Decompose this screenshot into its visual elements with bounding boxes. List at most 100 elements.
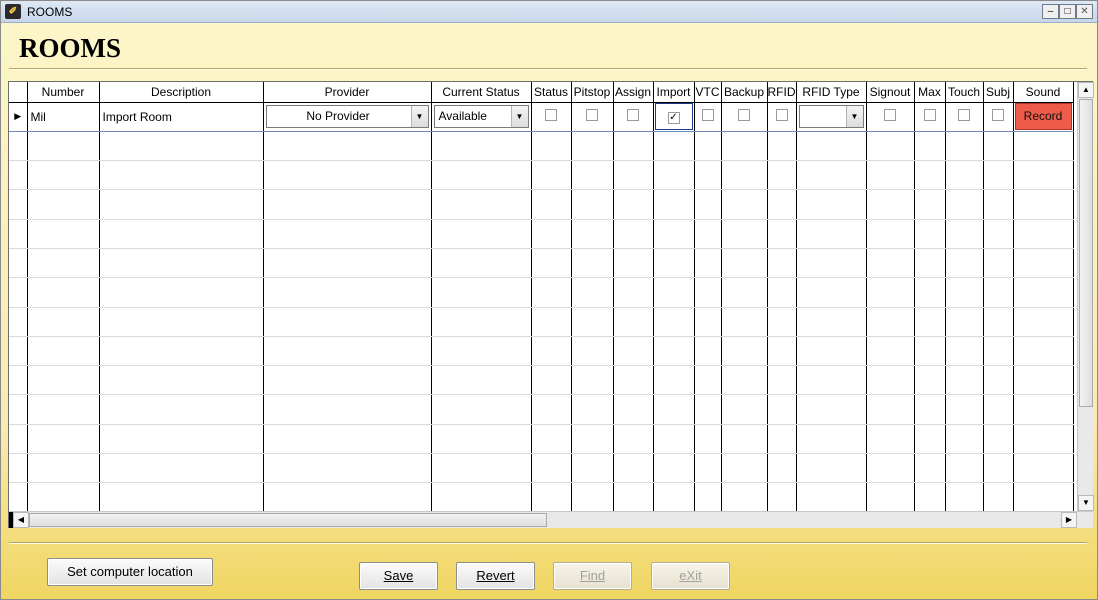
- empty-cell[interactable]: [721, 453, 768, 484]
- empty-cell[interactable]: [431, 365, 532, 396]
- empty-cell[interactable]: [767, 453, 797, 484]
- empty-cell[interactable]: [99, 453, 264, 484]
- empty-cell[interactable]: [653, 248, 695, 279]
- header-import[interactable]: Import: [653, 82, 695, 103]
- empty-cell[interactable]: [866, 482, 915, 513]
- exit-button[interactable]: eXit: [651, 562, 730, 590]
- empty-cell[interactable]: [914, 482, 946, 513]
- empty-cell[interactable]: [571, 160, 614, 191]
- empty-cell[interactable]: [9, 365, 28, 396]
- empty-cell[interactable]: [263, 248, 432, 279]
- empty-cell[interactable]: [263, 277, 432, 308]
- record-button[interactable]: Record: [1014, 103, 1072, 131]
- empty-cell[interactable]: [694, 248, 722, 279]
- empty-cell[interactable]: [9, 394, 28, 425]
- empty-cell[interactable]: [1013, 453, 1074, 484]
- empty-cell[interactable]: [653, 219, 695, 249]
- rfid-checkbox[interactable]: [775, 109, 788, 122]
- empty-cell[interactable]: [27, 248, 100, 279]
- empty-cell[interactable]: [431, 453, 532, 484]
- row-selector-icon[interactable]: ▶: [9, 101, 28, 132]
- empty-cell[interactable]: [431, 482, 532, 513]
- empty-cell[interactable]: [531, 131, 572, 162]
- empty-cell[interactable]: [263, 453, 432, 484]
- empty-cell[interactable]: [531, 160, 572, 191]
- empty-cell[interactable]: [1013, 131, 1074, 162]
- empty-cell[interactable]: [721, 131, 768, 162]
- scroll-down-icon[interactable]: ▼: [1078, 495, 1094, 511]
- empty-cell[interactable]: [263, 394, 432, 425]
- empty-cell[interactable]: [571, 219, 614, 249]
- empty-cell[interactable]: [653, 160, 695, 191]
- empty-cell[interactable]: [99, 248, 264, 279]
- empty-cell[interactable]: [767, 365, 797, 396]
- empty-cell[interactable]: [767, 248, 797, 279]
- empty-cell[interactable]: [1013, 394, 1074, 425]
- empty-cell[interactable]: [945, 307, 984, 337]
- empty-cell[interactable]: [721, 336, 768, 367]
- empty-cell[interactable]: [694, 219, 722, 249]
- empty-cell[interactable]: [866, 307, 915, 337]
- empty-cell[interactable]: [767, 219, 797, 249]
- empty-cell[interactable]: [1013, 248, 1074, 279]
- empty-cell[interactable]: [945, 453, 984, 484]
- empty-table-row[interactable]: [9, 131, 1074, 162]
- current-status-select[interactable]: Available ▼: [433, 105, 529, 129]
- header-assign[interactable]: Assign: [613, 82, 654, 103]
- empty-cell[interactable]: [531, 365, 572, 396]
- empty-cell[interactable]: [1013, 277, 1074, 308]
- empty-cell[interactable]: [9, 336, 28, 367]
- empty-cell[interactable]: [571, 365, 614, 396]
- empty-cell[interactable]: [531, 277, 572, 308]
- empty-cell[interactable]: [653, 482, 695, 513]
- max-checkbox[interactable]: [923, 109, 936, 122]
- empty-cell[interactable]: [721, 160, 768, 191]
- assign-checkbox[interactable]: [627, 109, 639, 122]
- header-provider[interactable]: Provider: [263, 82, 432, 103]
- empty-cell[interactable]: [694, 482, 722, 513]
- empty-cell[interactable]: [866, 277, 915, 308]
- provider-select[interactable]: No Provider ▼: [265, 105, 429, 129]
- empty-cell[interactable]: [983, 189, 1014, 220]
- empty-cell[interactable]: [983, 219, 1014, 249]
- empty-cell[interactable]: [945, 131, 984, 162]
- empty-cell[interactable]: [9, 248, 28, 279]
- empty-cell[interactable]: [1013, 160, 1074, 191]
- empty-cell[interactable]: [945, 365, 984, 396]
- empty-cell[interactable]: [531, 394, 572, 425]
- empty-cell[interactable]: [796, 277, 867, 308]
- empty-table-row[interactable]: [9, 336, 1074, 367]
- empty-cell[interactable]: [613, 394, 654, 425]
- empty-cell[interactable]: [99, 189, 264, 220]
- empty-cell[interactable]: [99, 307, 264, 337]
- empty-cell[interactable]: [531, 248, 572, 279]
- empty-cell[interactable]: [27, 424, 100, 455]
- empty-cell[interactable]: [1013, 189, 1074, 220]
- empty-cell[interactable]: [27, 482, 100, 513]
- empty-cell[interactable]: [571, 248, 614, 279]
- empty-cell[interactable]: [571, 307, 614, 337]
- empty-cell[interactable]: [571, 336, 614, 367]
- empty-cell[interactable]: [431, 131, 532, 162]
- empty-cell[interactable]: [914, 453, 946, 484]
- header-max[interactable]: Max: [914, 82, 946, 103]
- empty-cell[interactable]: [945, 160, 984, 191]
- empty-cell[interactable]: [263, 365, 432, 396]
- empty-cell[interactable]: [767, 277, 797, 308]
- empty-cell[interactable]: [796, 307, 867, 337]
- empty-cell[interactable]: [945, 482, 984, 513]
- empty-cell[interactable]: [613, 131, 654, 162]
- empty-cell[interactable]: [796, 189, 867, 220]
- number-cell[interactable]: Mil: [27, 101, 100, 132]
- empty-cell[interactable]: [945, 336, 984, 367]
- empty-cell[interactable]: [767, 189, 797, 220]
- empty-cell[interactable]: [613, 307, 654, 337]
- empty-cell[interactable]: [613, 336, 654, 367]
- empty-cell[interactable]: [613, 248, 654, 279]
- empty-cell[interactable]: [27, 394, 100, 425]
- empty-cell[interactable]: [914, 394, 946, 425]
- empty-cell[interactable]: [613, 365, 654, 396]
- horizontal-scroll-thumb[interactable]: [29, 513, 547, 527]
- chevron-down-icon[interactable]: ▼: [845, 106, 863, 128]
- header-rfid[interactable]: RFID: [767, 82, 797, 103]
